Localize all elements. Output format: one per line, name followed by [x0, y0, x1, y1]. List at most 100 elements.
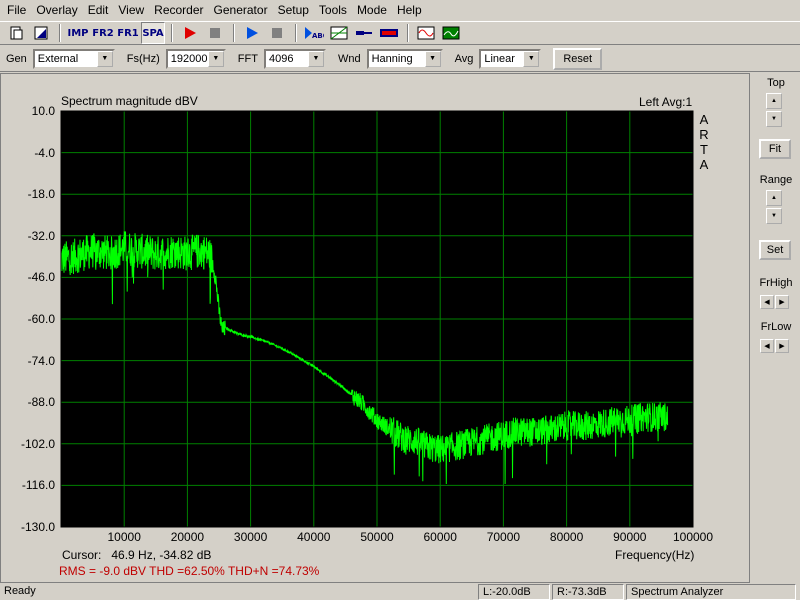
spa-mode-label: SPA	[142, 27, 164, 39]
toolbar-separator	[407, 24, 409, 42]
fr2-mode-button[interactable]: FR2	[91, 22, 115, 44]
cursor-label: Cursor:	[62, 548, 102, 562]
chevron-down-icon[interactable]: ▼	[96, 50, 113, 67]
spa-mode-button[interactable]: SPA	[141, 22, 165, 44]
range-label: Range	[759, 174, 793, 186]
avg-select[interactable]: Linear ▼	[479, 48, 542, 69]
stop-icon	[272, 28, 282, 38]
meter-icon	[380, 29, 398, 37]
toolbar: IMP FR2 FR1 SPA ABC	[0, 21, 800, 45]
wnd-label: Wnd	[337, 52, 361, 65]
right-control-panel: Top ▲ ▼ Fit Range ▲ ▼ Set FrHigh ◀ ▶ FrL…	[752, 73, 800, 583]
record-button[interactable]	[178, 22, 202, 44]
y-tick-label: -102.0	[20, 436, 55, 451]
spectrum-plot-panel: Spectrum magnitude dBV Left Avg:1 A R T …	[0, 73, 750, 583]
y-tick-label: -130.0	[20, 520, 55, 534]
menu-help[interactable]: Help	[392, 0, 427, 20]
cursor-readout: Cursor: 46.9 Hz, -34.82 dB	[62, 548, 211, 562]
frlow-label: FrLow	[760, 321, 792, 333]
fft-label: FFT	[237, 52, 258, 65]
range-down-button[interactable]: ▼	[766, 208, 782, 224]
x-axis-label: Frequency(Hz)	[615, 548, 695, 562]
gen-select[interactable]: External ▼	[32, 48, 115, 69]
menu-setup[interactable]: Setup	[273, 0, 314, 20]
frlow-left-button[interactable]: ◀	[760, 339, 774, 353]
open-file-button[interactable]	[4, 22, 28, 44]
y-tick-label: -32.0	[27, 228, 55, 243]
arta-letter: R	[699, 127, 709, 142]
chevron-down-icon[interactable]: ▼	[424, 50, 441, 67]
status-bar: Ready L:-20.0dB R:-73.3dB Spectrum Analy…	[0, 584, 800, 600]
y-tick-label: -88.0	[27, 395, 55, 410]
open-file-icon	[10, 26, 23, 40]
menu-generator[interactable]: Generator	[209, 0, 273, 20]
menu-recorder[interactable]: Recorder	[149, 0, 208, 20]
settings-row: Gen External ▼ Fs(Hz) 192000 ▼ FFT 4096 …	[0, 46, 800, 72]
menu-view[interactable]: View	[113, 0, 149, 20]
top-down-button[interactable]: ▼	[766, 111, 782, 127]
sine-wave-icon	[417, 26, 435, 40]
toolbar-separator	[295, 24, 297, 42]
menu-tools[interactable]: Tools	[314, 0, 352, 20]
frhigh-label: FrHigh	[759, 277, 793, 289]
status-mode: Spectrum Analyzer	[626, 584, 796, 600]
imp-mode-button[interactable]: IMP	[66, 22, 90, 44]
arta-letter: A	[699, 157, 709, 172]
x-tick-label: 40000	[297, 530, 331, 544]
y-tick-label: 10.0	[31, 104, 55, 118]
stop-icon	[210, 28, 220, 38]
edit-icon	[34, 26, 48, 40]
chevron-down-icon[interactable]: ▼	[523, 50, 540, 67]
y-tick-label: -60.0	[27, 312, 55, 326]
y-tick-label: -74.0	[27, 353, 55, 368]
frhigh-left-button[interactable]: ◀	[760, 295, 774, 309]
fft-select[interactable]: 4096 ▼	[263, 48, 326, 69]
y-tick-label: -18.0	[27, 187, 55, 202]
meter-button[interactable]	[377, 22, 401, 44]
fs-select-value: 192000	[170, 52, 208, 65]
window-select[interactable]: Hanning ▼	[366, 48, 443, 69]
menu-edit[interactable]: Edit	[83, 0, 114, 20]
reset-button[interactable]: Reset	[553, 47, 603, 70]
status-ready: Ready	[4, 585, 36, 597]
chevron-down-icon[interactable]: ▼	[207, 50, 224, 67]
fr1-mode-label: FR1	[117, 27, 139, 39]
cursor-value: 46.9 Hz, -34.82 dB	[111, 548, 212, 562]
plot-title: Spectrum magnitude dBV	[61, 94, 198, 108]
fit-button[interactable]: Fit	[759, 139, 791, 159]
set-button[interactable]: Set	[759, 240, 791, 260]
edit-button[interactable]	[29, 22, 53, 44]
menu-overlay[interactable]: Overlay	[31, 0, 82, 20]
fft-select-value: 4096	[268, 52, 294, 65]
x-tick-label: 100000	[672, 530, 714, 544]
frlow-right-button[interactable]: ▶	[775, 339, 789, 353]
fr1-mode-button[interactable]: FR1	[116, 22, 140, 44]
menu-file[interactable]: File	[2, 0, 31, 20]
status-left-level: L:-20.0dB	[478, 584, 550, 600]
stop-generator-button[interactable]	[265, 22, 289, 44]
x-tick-label: 20000	[170, 530, 205, 544]
spectrum-view-button[interactable]	[439, 22, 463, 44]
frhigh-right-button[interactable]: ▶	[775, 295, 789, 309]
play-red-icon	[185, 27, 196, 39]
fr2-mode-label: FR2	[92, 27, 114, 39]
probe-button[interactable]	[352, 22, 376, 44]
x-tick-label: 10000	[107, 530, 141, 544]
y-tick-label: -4.0	[34, 145, 55, 160]
fs-select[interactable]: 192000 ▼	[165, 48, 226, 69]
scope-button[interactable]	[327, 22, 351, 44]
top-up-button[interactable]: ▲	[766, 93, 782, 109]
x-tick-label: 90000	[613, 530, 647, 544]
sine-generator-button[interactable]	[414, 22, 438, 44]
range-up-button[interactable]: ▲	[766, 190, 782, 206]
spectrum-plot[interactable]	[1, 74, 749, 582]
menu-mode[interactable]: Mode	[352, 0, 392, 20]
stop-record-button[interactable]	[203, 22, 227, 44]
play-generator-button[interactable]	[240, 22, 264, 44]
chevron-down-icon[interactable]: ▼	[307, 50, 324, 67]
x-tick-label: 50000	[360, 530, 394, 544]
abc-button[interactable]: ABC	[302, 22, 326, 44]
abc-icon: ABC	[305, 27, 324, 40]
top-label: Top	[767, 77, 785, 89]
x-tick-label: 70000	[486, 530, 521, 544]
